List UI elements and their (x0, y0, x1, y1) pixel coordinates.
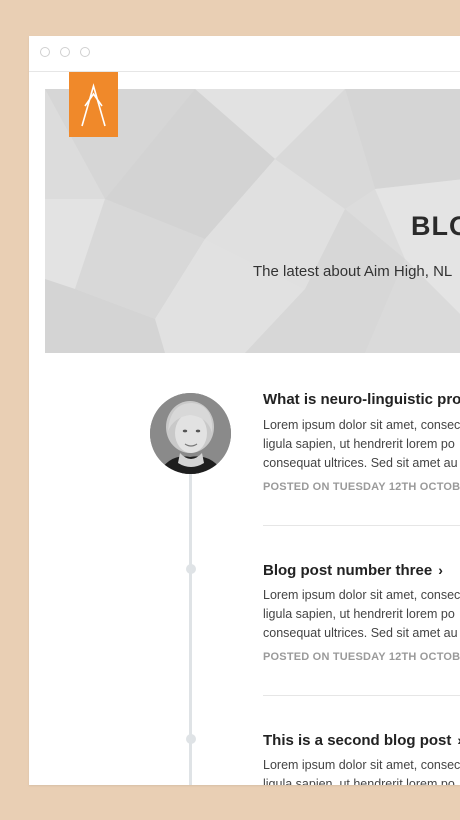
post-excerpt-line: consequat ultrices. Sed sit amet au (263, 456, 458, 470)
post-excerpt-line: Lorem ipsum dolor sit amet, consec (263, 758, 460, 772)
post-excerpt-line: ligula sapien, ut hendrerit lorem po (263, 777, 455, 785)
post-title-link[interactable]: This is a second blog post› (263, 730, 460, 750)
timeline-node (186, 564, 196, 574)
timeline-node (186, 734, 196, 744)
post-divider (263, 695, 460, 696)
post-excerpt-line: ligula sapien, ut hendrerit lorem po (263, 607, 455, 621)
chevron-right-icon[interactable]: › (438, 562, 443, 578)
window-maximize-dot-icon[interactable] (80, 47, 90, 57)
post-title-link[interactable]: Blog post number three › (263, 560, 460, 580)
post-excerpt: Lorem ipsum dolor sit amet, consec ligul… (263, 756, 460, 785)
post-title-link[interactable]: What is neuro-linguistic pro (263, 390, 460, 410)
post-title[interactable]: Blog post number three (263, 562, 432, 579)
browser-window: BLO The latest about Aim High, NL What i… (29, 36, 460, 785)
post-excerpt: Lorem ipsum dolor sit amet, consec ligul… (263, 416, 460, 473)
page-subtitle: The latest about Aim High, NL (253, 263, 453, 280)
blog-post[interactable]: Blog post number three › Lorem ipsum dolo… (263, 560, 460, 663)
browser-titlebar (29, 36, 460, 72)
post-date: POSTED ON TUESDAY 12TH OCTOBER (263, 651, 460, 663)
post-divider (263, 525, 460, 526)
blog-post[interactable]: What is neuro-linguistic pro Lorem ipsum… (263, 390, 460, 493)
aim-high-logo-icon[interactable] (69, 72, 118, 137)
author-avatar (150, 393, 231, 474)
blog-post[interactable]: This is a second blog post› Lorem ipsum … (263, 730, 460, 785)
post-excerpt-line: ligula sapien, ut hendrerit lorem po (263, 437, 455, 451)
window-minimize-dot-icon[interactable] (60, 47, 70, 57)
page-title: BLO (411, 211, 460, 241)
post-date: POSTED ON TUESDAY 12TH OCTOBER (263, 481, 460, 493)
post-excerpt: Lorem ipsum dolor sit amet, consec ligul… (263, 586, 460, 643)
post-title[interactable]: What is neuro-linguistic pro (263, 391, 460, 408)
post-excerpt-line: Lorem ipsum dolor sit amet, consec (263, 588, 460, 602)
window-close-dot-icon[interactable] (40, 47, 50, 57)
post-excerpt-line: Lorem ipsum dolor sit amet, consec (263, 418, 460, 432)
post-excerpt-line: consequat ultrices. Sed sit amet au (263, 626, 458, 640)
post-title[interactable]: This is a second blog post (263, 732, 451, 749)
